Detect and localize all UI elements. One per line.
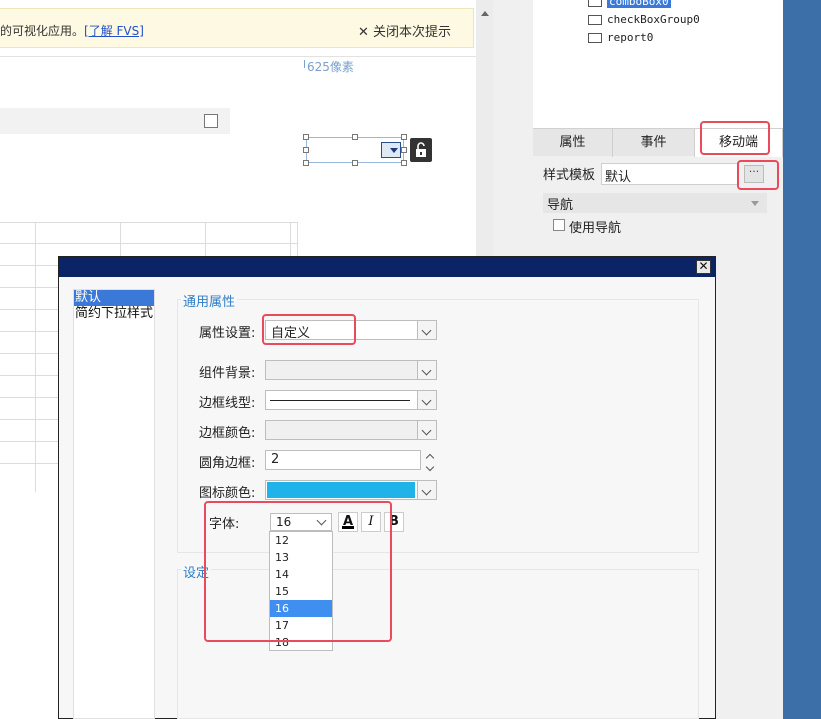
attr-setting-select[interactable]: 自定义 bbox=[265, 320, 437, 341]
style-list: 默认 简约下拉样式 bbox=[73, 289, 155, 719]
font-size-select[interactable]: 16 bbox=[270, 513, 332, 531]
tab-properties[interactable]: 属性 bbox=[533, 129, 613, 157]
resize-handle[interactable] bbox=[401, 147, 407, 153]
border-color-select[interactable] bbox=[265, 420, 437, 440]
report-icon bbox=[588, 33, 602, 43]
canvas-checkbox[interactable] bbox=[204, 114, 218, 128]
ruler-divider bbox=[0, 56, 476, 57]
pixel-marker: 625像素 bbox=[304, 60, 354, 74]
grid-line bbox=[35, 223, 36, 492]
solid-line-preview bbox=[270, 400, 410, 401]
spinner-arrows-icon[interactable] bbox=[422, 450, 442, 472]
chevron-down-icon[interactable] bbox=[417, 420, 437, 440]
font-size-option[interactable]: 15 bbox=[270, 583, 332, 600]
font-label: 字体: bbox=[209, 517, 240, 532]
tree-item-label: report0 bbox=[607, 31, 654, 44]
notice-bar: 的可视化应用。[了解 FVS] ✕ 关闭本次提示 bbox=[0, 8, 474, 48]
resize-handle[interactable] bbox=[303, 147, 309, 153]
resize-handle[interactable] bbox=[401, 134, 407, 140]
widget-tree: comboBox0 checkBoxGroup0 report0 bbox=[533, 0, 783, 128]
style-dialog: ✕ 默认 简约下拉样式 通用属性 属性设置: 自定义 组件背景: 边框线型: 边… bbox=[58, 256, 716, 719]
resize-handle[interactable] bbox=[352, 160, 358, 166]
chevron-down-icon[interactable] bbox=[417, 480, 437, 500]
chevron-down-icon[interactable] bbox=[417, 320, 437, 340]
tree-item-combobox[interactable]: comboBox0 bbox=[588, 0, 671, 8]
resize-handle[interactable] bbox=[352, 134, 358, 140]
checkbox-group-icon bbox=[588, 15, 602, 25]
attr-setting-value: 自定义 bbox=[271, 326, 311, 341]
nav-section-header[interactable]: 导航 bbox=[543, 193, 767, 213]
icon-color-swatch bbox=[267, 482, 415, 498]
font-size-option[interactable]: 18 bbox=[270, 634, 332, 650]
close-notice-button[interactable]: ✕ 关闭本次提示 bbox=[358, 21, 451, 40]
font-size-value: 16 bbox=[276, 515, 292, 529]
radius-label: 圆角边框: bbox=[199, 456, 256, 471]
panel-tabs: 属性 事件 移动端 bbox=[533, 128, 783, 157]
dialog-close-button[interactable]: ✕ bbox=[696, 260, 711, 274]
spin-up-icon[interactable] bbox=[425, 453, 435, 463]
tree-item-label: checkBoxGroup0 bbox=[607, 13, 700, 26]
resize-handle[interactable] bbox=[303, 134, 309, 140]
font-color-bar bbox=[342, 526, 354, 529]
tab-mobile[interactable]: 移动端 bbox=[695, 129, 783, 157]
combobox-icon bbox=[588, 0, 602, 7]
attr-setting-label: 属性设置: bbox=[199, 326, 256, 341]
font-size-option[interactable]: 17 bbox=[270, 617, 332, 634]
use-nav-checkbox[interactable] bbox=[553, 219, 565, 231]
unlock-icon bbox=[416, 142, 426, 157]
combobox-dropdown-icon bbox=[381, 142, 401, 158]
tree-item-checkboxgroup[interactable]: checkBoxGroup0 bbox=[588, 13, 700, 26]
tab-events[interactable]: 事件 bbox=[613, 129, 695, 157]
spin-down-icon[interactable] bbox=[425, 462, 435, 472]
resize-handle[interactable] bbox=[401, 160, 407, 166]
general-properties-title: 通用属性 bbox=[181, 291, 238, 310]
notice-text: 的可视化应用。 bbox=[0, 24, 85, 38]
icon-color-select[interactable] bbox=[265, 480, 437, 500]
scroll-up-icon[interactable] bbox=[481, 11, 489, 16]
border-type-label: 边框线型: bbox=[199, 396, 256, 411]
grid-line bbox=[0, 243, 297, 244]
font-size-option[interactable]: 14 bbox=[270, 566, 332, 583]
settings-group bbox=[177, 569, 699, 719]
radius-value: 2 bbox=[271, 452, 280, 467]
resize-handle[interactable] bbox=[303, 160, 309, 166]
font-size-option[interactable]: 12 bbox=[270, 532, 332, 549]
italic-button[interactable]: I bbox=[361, 512, 381, 532]
style-template-label: 样式模板 bbox=[543, 168, 596, 183]
style-item-simple-dropdown[interactable]: 简约下拉样式 bbox=[74, 306, 154, 322]
form-strip bbox=[0, 108, 230, 134]
icon-color-label: 图标颜色: bbox=[199, 486, 256, 501]
border-type-select[interactable] bbox=[265, 390, 437, 410]
use-nav-label: 使用导航 bbox=[569, 221, 622, 236]
style-template-input[interactable]: 默认 bbox=[601, 163, 739, 185]
border-color-label: 边框颜色: bbox=[199, 426, 256, 441]
font-color-button[interactable]: A bbox=[338, 512, 358, 532]
tree-item-label: comboBox0 bbox=[607, 0, 671, 8]
unlock-button[interactable] bbox=[410, 138, 432, 162]
font-size-option[interactable]: 13 bbox=[270, 549, 332, 566]
bg-select[interactable] bbox=[265, 360, 437, 380]
bold-button[interactable]: B bbox=[384, 512, 404, 532]
chevron-down-icon[interactable] bbox=[417, 390, 437, 410]
dialog-titlebar[interactable]: ✕ bbox=[59, 257, 715, 277]
learn-fvs-link[interactable]: [了解 FVS] bbox=[84, 24, 144, 38]
font-size-dropdown: 12 13 14 15 16 17 18 bbox=[269, 531, 333, 651]
radius-spinner[interactable]: 2 bbox=[265, 450, 435, 472]
chevron-down-icon[interactable] bbox=[313, 514, 331, 530]
settings-title: 设定 bbox=[181, 562, 212, 581]
tree-item-report[interactable]: report0 bbox=[588, 31, 653, 44]
style-template-more-button[interactable]: ··· bbox=[744, 165, 764, 183]
font-size-option-selected[interactable]: 16 bbox=[270, 600, 332, 617]
window-edge bbox=[783, 0, 821, 719]
bg-label: 组件背景: bbox=[199, 366, 256, 381]
notice-message: 的可视化应用。[了解 FVS] bbox=[0, 22, 144, 39]
chevron-down-icon[interactable] bbox=[417, 360, 437, 380]
style-item-default[interactable]: 默认 bbox=[74, 290, 154, 306]
